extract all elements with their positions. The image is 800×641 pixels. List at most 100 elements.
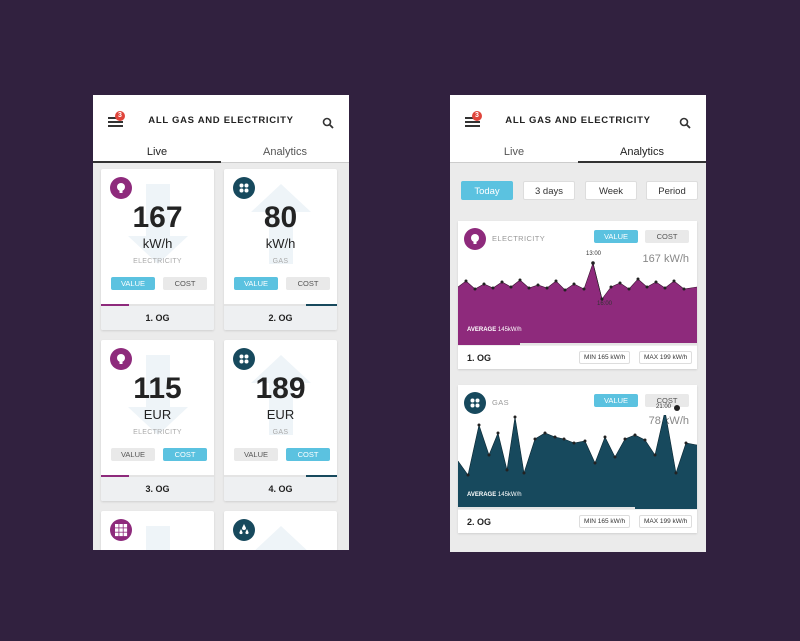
energy-type: ELECTRICITY [133, 258, 182, 265]
reading-unit: kW/h [265, 236, 296, 251]
reading-value: 167 [132, 201, 183, 234]
lightbulb-icon [110, 177, 132, 199]
data-point [654, 280, 658, 284]
live-card[interactable]: 167 kW/h ELECTRICITY VALUE COST 1. OG [101, 169, 214, 330]
data-point [505, 468, 509, 472]
cost-toggle[interactable]: COST [645, 230, 689, 243]
average-value: 145kW/h [497, 327, 522, 333]
data-point [663, 286, 667, 290]
floor-label: 2. OG [467, 517, 492, 527]
cost-toggle[interactable]: COST [163, 277, 207, 290]
data-point [553, 435, 557, 439]
data-point [518, 278, 522, 282]
tab-live[interactable]: Live [93, 146, 221, 163]
data-point [593, 461, 597, 465]
low-time-label: 16:00 [597, 301, 613, 307]
data-point [545, 286, 549, 290]
reading-value: 189 [255, 372, 306, 405]
app-bar: 3 ALL GAS AND ELECTRICITY [450, 95, 706, 146]
search-icon[interactable] [322, 117, 334, 129]
live-card[interactable] [224, 511, 337, 550]
filter-week[interactable]: Week [585, 181, 637, 200]
peak-time-label: 13:00 [586, 251, 602, 257]
peak-time-label: 21:00 [656, 404, 672, 410]
average-label: AVERAGE [467, 492, 497, 498]
data-point [563, 288, 567, 292]
grid-icon [110, 519, 132, 541]
data-point [466, 473, 470, 477]
value-toggle[interactable]: VALUE [111, 277, 155, 290]
page-title: ALL GAS AND ELECTRICITY [505, 115, 651, 126]
reading-unit: EUR [143, 407, 172, 422]
average-value: 145kW/h [497, 492, 522, 498]
data-point [684, 441, 688, 445]
filter-3-days[interactable]: 3 days [523, 181, 575, 200]
energy-type: ELECTRICITY [133, 429, 182, 436]
filter-period[interactable]: Period [646, 181, 698, 200]
live-card[interactable]: 80 kW/h GAS VALUE COST 2. OG [224, 169, 337, 330]
live-card[interactable]: 115 EUR ELECTRICITY VALUE COST 3. OG [101, 340, 214, 501]
data-point [487, 453, 491, 457]
value-toggle[interactable]: VALUE [594, 230, 638, 243]
water-drops-icon [233, 519, 255, 541]
page-title: ALL GAS AND ELECTRICITY [148, 115, 294, 126]
data-point [500, 280, 504, 284]
reading-unit: kW/h [142, 236, 173, 251]
data-point [627, 287, 631, 291]
gas-burner-icon [233, 348, 255, 370]
tab-bar: Live Analytics [450, 146, 706, 163]
gas-burner-icon [464, 392, 486, 414]
data-point [572, 282, 576, 286]
data-point [572, 441, 576, 445]
tab-analytics[interactable]: Analytics [221, 146, 349, 162]
card-label: GAS [492, 398, 510, 407]
data-point [496, 431, 500, 435]
analytics-screen: 3 ALL GAS AND ELECTRICITY Live Analytics… [450, 95, 706, 552]
data-point [562, 437, 566, 441]
data-point [533, 437, 537, 441]
trend-arrow-icon [146, 526, 170, 550]
min-chip: MIN 165 kW/h [579, 515, 631, 528]
reading-value: 115 [133, 372, 182, 405]
live-screen: 3 ALL GAS AND ELECTRICITY Live Analytics… [93, 95, 349, 550]
lightbulb-icon [110, 348, 132, 370]
search-icon[interactable] [679, 117, 691, 129]
data-point [522, 471, 526, 475]
value-toggle[interactable]: VALUE [234, 277, 278, 290]
energy-type: GAS [272, 258, 289, 265]
data-point [583, 439, 587, 443]
data-point [554, 279, 558, 283]
cost-toggle[interactable]: COST [286, 448, 330, 461]
floor-label: 3. OG [101, 477, 214, 501]
data-point [682, 287, 686, 291]
value-toggle[interactable]: VALUE [234, 448, 278, 461]
data-point [536, 283, 540, 287]
data-point [582, 287, 586, 291]
average-readout: AVERAGE 145kW/h [467, 492, 522, 498]
electricity-analytics-card: ELECTRICITY VALUE COST 167 kW/h 13:00 16… [458, 221, 697, 369]
filter-today[interactable]: Today [461, 181, 513, 200]
value-toggle[interactable]: VALUE [594, 394, 638, 407]
floor-label: 1. OG [101, 306, 214, 330]
live-card[interactable]: 189 EUR GAS VALUE COST 4. OG [224, 340, 337, 501]
value-toggle[interactable]: VALUE [111, 448, 155, 461]
tab-live[interactable]: Live [450, 146, 578, 162]
peak-marker [674, 405, 680, 411]
data-point [633, 433, 637, 437]
data-point [623, 437, 627, 441]
data-point [609, 285, 613, 289]
cost-toggle[interactable]: COST [163, 448, 207, 461]
gas-analytics-card: GAS VALUE COST 78 kW/h 21:00 AVERAGE 145… [458, 385, 697, 533]
data-point [464, 279, 468, 283]
floor-label: 1. OG [467, 353, 492, 363]
live-card[interactable] [101, 511, 214, 550]
data-point [473, 287, 477, 291]
card-footer: 1. OG MIN 165 kW/h MAX 199 kW/h [458, 345, 697, 369]
tab-bar: Live Analytics [93, 146, 349, 163]
data-point [527, 286, 531, 290]
max-chip: MAX 199 kW/h [639, 515, 693, 528]
cost-toggle[interactable]: COST [286, 277, 330, 290]
data-point [513, 415, 517, 419]
tab-analytics[interactable]: Analytics [578, 146, 706, 163]
floor-label: 4. OG [224, 477, 337, 501]
